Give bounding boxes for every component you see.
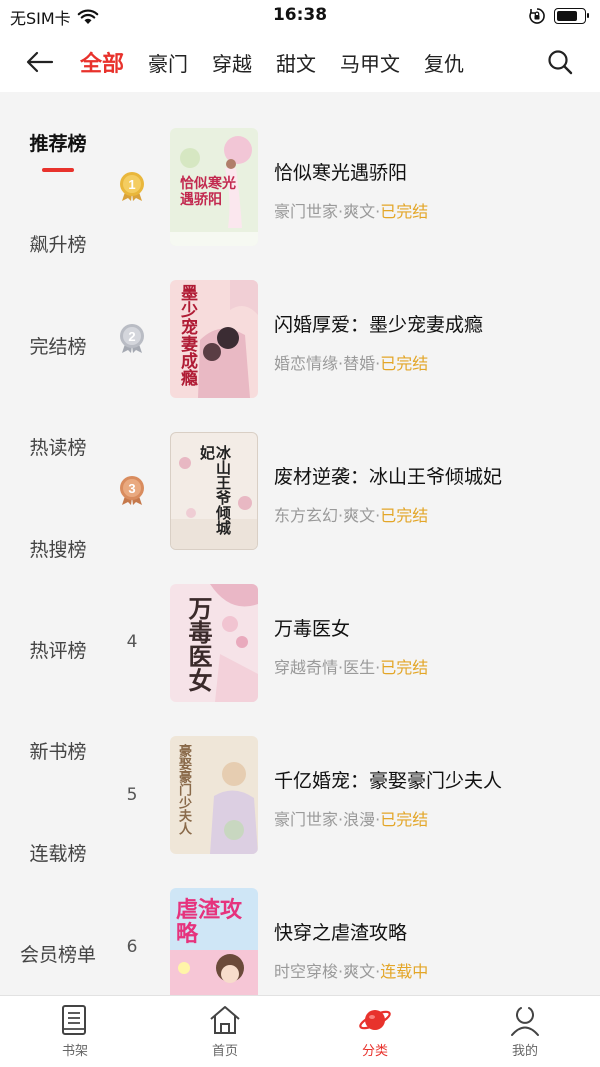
clock: 16:38 [272, 5, 328, 25]
status-bar: 无SIM卡 16:38 [0, 0, 600, 32]
tab-time-travel[interactable]: 穿越 [212, 48, 252, 77]
book-item[interactable]: 万毒医女 万毒医女 穿越奇情·医生·已完结 [170, 584, 600, 702]
sidebar-item-hot-comment[interactable]: 热评榜 [0, 636, 116, 663]
category-tabs: 全部 豪门 穿越 甜文 马甲文 复仇 [80, 46, 520, 78]
orientation-lock-icon [529, 8, 545, 24]
back-arrow-icon [26, 51, 54, 73]
status-badge: 已完结 [380, 810, 429, 829]
book-cover: 冰山王爷倾城妃 [170, 432, 258, 550]
sidebar-item-hot-read[interactable]: 热读榜 [0, 433, 116, 460]
book-meta: 婚恋情缘·替婚·已完结 [274, 354, 429, 373]
battery-icon [554, 8, 589, 24]
book-meta: 穿越奇情·医生·已完结 [274, 658, 429, 677]
search-icon [548, 50, 573, 75]
status-badge: 已完结 [380, 658, 429, 677]
rank-number: 5 [126, 785, 138, 805]
book-cover: 恰似寒光遇骄阳 [170, 128, 258, 246]
active-indicator [42, 168, 74, 172]
book-title: 恰似寒光遇骄阳 [274, 162, 408, 184]
tab-label: 我的 [511, 1044, 538, 1059]
back-button[interactable] [0, 32, 80, 92]
book-title: 千亿婚宠：豪娶豪门少夫人 [274, 770, 503, 792]
home-icon [210, 1006, 240, 1034]
tab-all[interactable]: 全部 [80, 46, 124, 78]
book-meta: 时空穿梭·爽文·连载中 [274, 962, 429, 981]
tab-profile[interactable]: 我的 [450, 996, 600, 1067]
book-item[interactable]: 豪娶豪门少夫人 千亿婚宠：豪娶豪门少夫人 豪门世家·浪漫·已完结 [170, 736, 600, 854]
rank-number: 4 [126, 632, 138, 652]
tab-sweet[interactable]: 甜文 [276, 48, 316, 77]
planet-icon [359, 1010, 391, 1030]
search-button[interactable] [546, 48, 574, 76]
bronze-medal-icon: 3 [120, 476, 144, 505]
sidebar-item-completed[interactable]: 完结榜 [0, 332, 116, 359]
book-cover: 豪娶豪门少夫人 [170, 736, 258, 854]
svg-text:1: 1 [128, 177, 135, 192]
silver-medal-icon: 2 [120, 324, 144, 353]
tab-home[interactable]: 首页 [150, 996, 300, 1067]
sidebar-item-new-books[interactable]: 新书榜 [0, 737, 116, 764]
bookshelf-icon [62, 1005, 86, 1035]
tab-revenge[interactable]: 复仇 [424, 48, 464, 77]
tab-label: 分类 [361, 1044, 388, 1059]
book-title: 万毒医女 [274, 618, 351, 640]
tab-hidden-identity[interactable]: 马甲文 [340, 48, 400, 77]
ranking-sidebar: 推荐榜 飙升榜 完结榜 热读榜 热搜榜 热评榜 新书榜 连载榜 会员榜单 [0, 92, 116, 995]
book-cover: 万毒医女 [170, 584, 258, 702]
tab-bookshelf[interactable]: 书架 [0, 996, 150, 1067]
book-item[interactable]: 虐渣攻略 快穿之虐渣攻略 时空穿梭·爽文·连载中 [170, 888, 600, 1006]
book-cover: 虐渣攻略 [170, 888, 258, 995]
svg-text:3: 3 [128, 481, 135, 496]
book-meta: 东方玄幻·爽文·已完结 [274, 506, 429, 525]
profile-icon [511, 1007, 539, 1036]
ranking-content: 推荐榜 飙升榜 完结榜 热读榜 热搜榜 热评榜 新书榜 连载榜 会员榜单 1 恰… [0, 92, 600, 995]
tab-wealthy[interactable]: 豪门 [148, 48, 188, 77]
gold-medal-icon: 1 [120, 172, 144, 201]
status-badge: 连载中 [380, 962, 429, 981]
tab-label: 首页 [211, 1044, 238, 1059]
status-badge: 已完结 [380, 506, 429, 525]
status-badge: 已完结 [380, 354, 429, 373]
book-cover: 墨少宠妻成瘾 [170, 280, 258, 398]
svg-text:2: 2 [128, 329, 135, 344]
rank-number: 6 [126, 937, 138, 957]
book-item[interactable]: 冰山王爷倾城妃 废材逆袭：冰山王爷倾城妃 东方玄幻·爽文·已完结 [170, 432, 600, 550]
sidebar-item-rising[interactable]: 飙升榜 [0, 230, 116, 257]
sidebar-item-vip[interactable]: 会员榜单 [0, 940, 116, 967]
bottom-tab-bar: 书架 首页 分类 我的 [0, 995, 600, 1067]
book-meta: 豪门世家·浪漫·已完结 [274, 810, 429, 829]
category-nav: 全部 豪门 穿越 甜文 马甲文 复仇 [0, 32, 600, 92]
tab-label: 书架 [61, 1044, 88, 1059]
book-title: 闪婚厚爱：墨少宠妻成瘾 [274, 314, 484, 336]
sidebar-item-hot-search[interactable]: 热搜榜 [0, 535, 116, 562]
sidebar-item-recommended[interactable]: 推荐榜 [0, 129, 116, 156]
status-badge: 已完结 [380, 202, 429, 221]
book-title: 快穿之虐渣攻略 [274, 922, 408, 944]
tab-category[interactable]: 分类 [300, 996, 450, 1067]
book-meta: 豪门世家·爽文·已完结 [274, 202, 429, 221]
book-item[interactable]: 墨少宠妻成瘾 闪婚厚爱：墨少宠妻成瘾 婚恋情缘·替婚·已完结 [170, 280, 600, 398]
book-item[interactable]: 恰似寒光遇骄阳 恰似寒光遇骄阳 豪门世家·爽文·已完结 [170, 128, 600, 246]
book-title: 废材逆袭：冰山王爷倾城妃 [274, 466, 503, 488]
sidebar-item-serializing[interactable]: 连载榜 [0, 839, 116, 866]
